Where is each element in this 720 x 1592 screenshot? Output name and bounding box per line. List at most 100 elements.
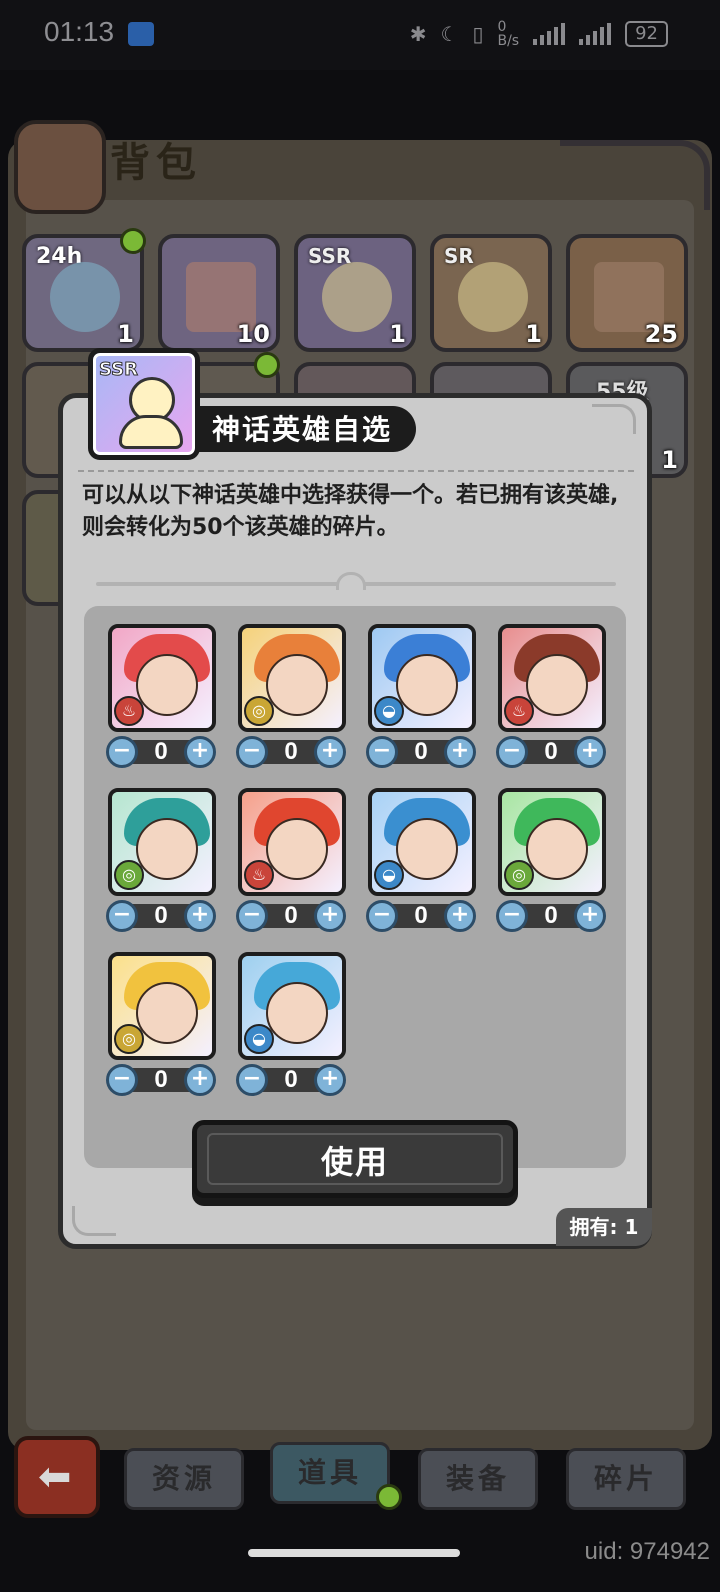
plus-button[interactable]: + bbox=[184, 1064, 216, 1096]
dialog-corner-deco bbox=[592, 404, 636, 434]
plus-button[interactable]: + bbox=[574, 736, 606, 768]
quantity-stepper: −0 + bbox=[496, 736, 606, 768]
hero-portrait bbox=[526, 818, 588, 880]
minus-button[interactable]: − bbox=[236, 1064, 268, 1096]
minus-button[interactable]: − bbox=[106, 736, 138, 768]
hero-body-icon bbox=[119, 415, 183, 449]
plus-button[interactable]: + bbox=[444, 900, 476, 932]
hero-card[interactable]: ♨ bbox=[498, 624, 606, 732]
item-label: SR bbox=[444, 244, 474, 268]
hero-card[interactable]: ◒ bbox=[368, 624, 476, 732]
back-arrow-icon: ⬅ bbox=[38, 1454, 72, 1500]
use-button-label: 使用 bbox=[320, 1143, 389, 1181]
hero-card[interactable]: ◎ bbox=[498, 788, 606, 896]
quantity-value: 0 bbox=[544, 902, 558, 929]
minus-button[interactable]: − bbox=[236, 900, 268, 932]
item-count: 10 bbox=[236, 320, 270, 348]
quantity-stepper: −0 + bbox=[106, 1064, 216, 1096]
hero-card[interactable]: ◎ bbox=[238, 624, 346, 732]
minus-button[interactable]: − bbox=[366, 736, 398, 768]
ssr-hero-item-icon: SSR bbox=[88, 348, 200, 460]
hero-card[interactable]: ◎ bbox=[108, 788, 216, 896]
plus-button[interactable]: + bbox=[184, 900, 216, 932]
quantity-value: 0 bbox=[154, 902, 168, 929]
ssr-badge: SSR bbox=[99, 359, 139, 381]
hero-card[interactable]: ◒ bbox=[368, 788, 476, 896]
quantity-stepper: −0 + bbox=[106, 736, 216, 768]
quantity-value: 0 bbox=[154, 1066, 168, 1093]
hero-portrait bbox=[136, 982, 198, 1044]
uid-label: uid: 974942 bbox=[584, 1538, 710, 1565]
hero-card[interactable]: ♨ bbox=[108, 624, 216, 732]
status-time: 01:13 bbox=[44, 16, 115, 47]
tab-equipment[interactable]: 装备 bbox=[418, 1448, 538, 1510]
dialog-corner-deco bbox=[72, 1206, 116, 1236]
bag-item-5[interactable]: 25 bbox=[566, 234, 688, 352]
status-icons: ✱ ☾ ▯ 0 B/s 92 bbox=[410, 20, 668, 48]
backpack-header: 背包 bbox=[14, 120, 214, 214]
hero-card[interactable]: ♨ bbox=[238, 788, 346, 896]
earth-element-icon: ◎ bbox=[114, 1024, 144, 1054]
quantity-stepper: −0 + bbox=[236, 1064, 346, 1096]
hero-portrait bbox=[136, 654, 198, 716]
minus-button[interactable]: − bbox=[106, 900, 138, 932]
hero-select-icon bbox=[458, 262, 528, 332]
quantity-stepper: −0 + bbox=[366, 736, 476, 768]
network-rate: 0 B/s bbox=[497, 19, 520, 49]
fire-element-icon: ♨ bbox=[504, 696, 534, 726]
minus-button[interactable]: − bbox=[106, 1064, 138, 1096]
signal-icon-2 bbox=[579, 23, 612, 45]
quantity-value: 0 bbox=[284, 738, 298, 765]
quantity-stepper: −0 + bbox=[106, 900, 216, 932]
item-count: 1 bbox=[117, 320, 134, 348]
divider bbox=[78, 470, 634, 472]
tab-fragments[interactable]: 碎片 bbox=[566, 1448, 686, 1510]
quantity-stepper: −0 + bbox=[366, 900, 476, 932]
quantity-stepper: −0 + bbox=[236, 900, 346, 932]
signal-icon bbox=[533, 23, 566, 45]
hero-card[interactable]: ◎ bbox=[108, 952, 216, 1060]
plus-button[interactable]: + bbox=[314, 1064, 346, 1096]
home-indicator[interactable] bbox=[248, 1549, 460, 1557]
plus-button[interactable]: + bbox=[314, 736, 346, 768]
hero-portrait bbox=[266, 982, 328, 1044]
bag-item-2[interactable]: 10 bbox=[158, 234, 280, 352]
quantity-stepper: −0 + bbox=[236, 736, 346, 768]
hero-card[interactable]: ◒ bbox=[238, 952, 346, 1060]
owned-count: 拥有: 1 bbox=[556, 1208, 652, 1246]
earth-element-icon: ◎ bbox=[244, 696, 274, 726]
minus-button[interactable]: − bbox=[496, 900, 528, 932]
plus-button[interactable]: + bbox=[314, 900, 346, 932]
bluetooth-icon: ✱ bbox=[409, 22, 427, 46]
minus-button[interactable]: − bbox=[496, 736, 528, 768]
status-bar: 01:13 ✱ ☾ ▯ 0 B/s 92 bbox=[0, 0, 720, 70]
quantity-value: 0 bbox=[544, 738, 558, 765]
wind-element-icon: ◎ bbox=[504, 860, 534, 890]
minus-button[interactable]: − bbox=[366, 900, 398, 932]
tab-resources[interactable]: 资源 bbox=[124, 1448, 244, 1510]
tab-items[interactable]: 道具 bbox=[270, 1442, 390, 1504]
bag-item-3[interactable]: SSR 1 bbox=[294, 234, 416, 352]
item-count: 25 bbox=[644, 320, 678, 348]
dialog-title: 神话英雄自选 bbox=[212, 413, 393, 446]
vibrate-icon: ▯ bbox=[472, 22, 484, 46]
potion-icon bbox=[50, 262, 120, 332]
bag-item-4[interactable]: SR 1 bbox=[430, 234, 552, 352]
use-button[interactable]: 使用 bbox=[192, 1120, 518, 1198]
item-count: 1 bbox=[389, 320, 406, 348]
plus-button[interactable]: + bbox=[184, 736, 216, 768]
quantity-value: 0 bbox=[284, 1066, 298, 1093]
new-badge bbox=[376, 1484, 402, 1510]
quantity-value: 0 bbox=[414, 902, 428, 929]
quantity-value: 0 bbox=[284, 902, 298, 929]
hero-select-icon bbox=[322, 262, 392, 332]
plus-button[interactable]: + bbox=[444, 736, 476, 768]
plus-button[interactable]: + bbox=[574, 900, 606, 932]
back-button[interactable]: ⬅ bbox=[14, 1436, 100, 1518]
water-element-icon: ◒ bbox=[374, 696, 404, 726]
hero-portrait bbox=[136, 818, 198, 880]
item-count: 1 bbox=[525, 320, 542, 348]
water-element-icon: ◒ bbox=[244, 1024, 274, 1054]
notification-icon bbox=[128, 22, 154, 46]
minus-button[interactable]: − bbox=[236, 736, 268, 768]
